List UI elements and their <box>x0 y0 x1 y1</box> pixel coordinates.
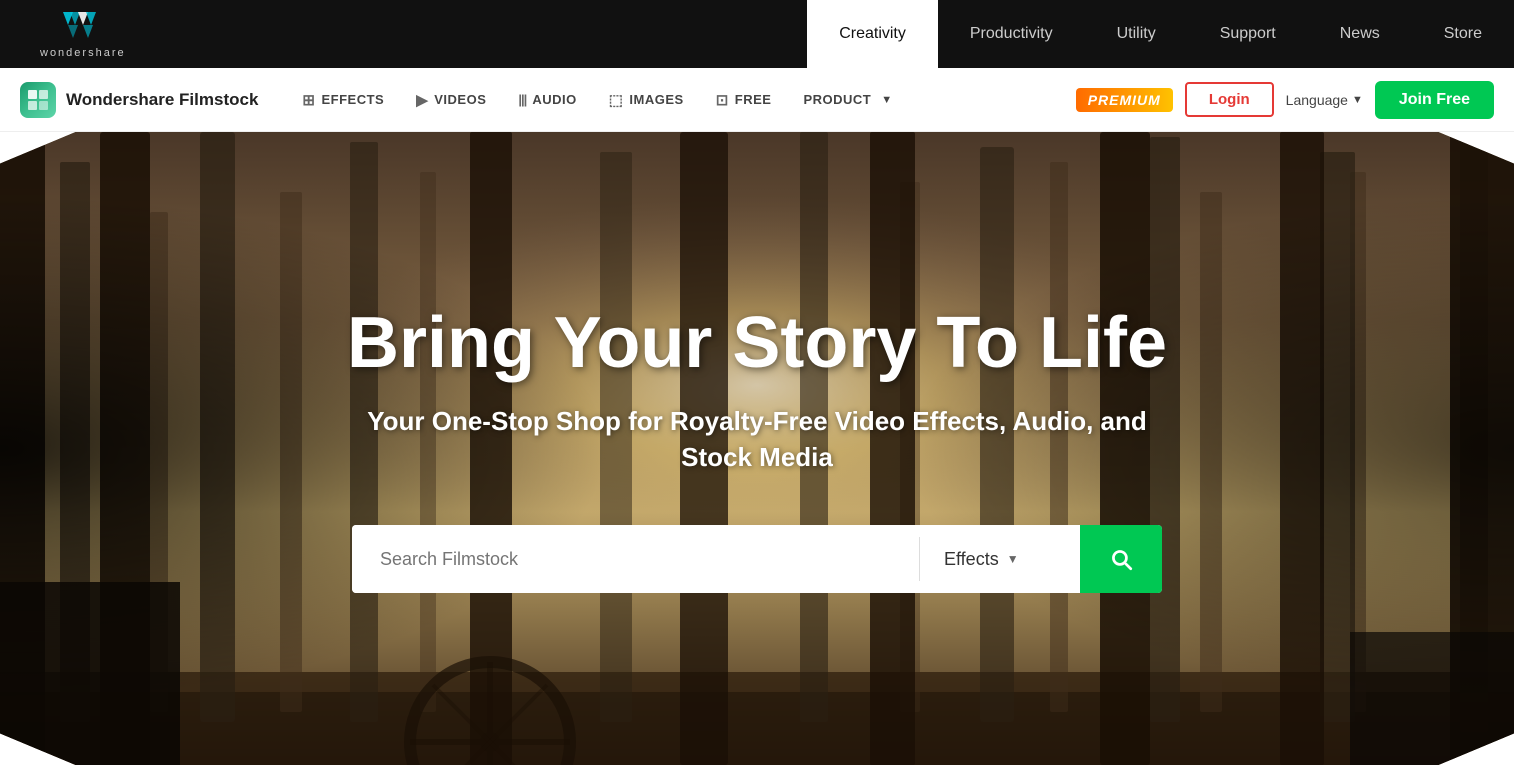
join-free-button[interactable]: Join Free <box>1375 81 1494 119</box>
hero-title: Bring Your Story To Life <box>347 304 1167 383</box>
secondary-nav-right: PREMIUM Login Language ▼ Join Free <box>1076 81 1494 119</box>
images-label: IMAGES <box>629 92 683 107</box>
product-label: PRODUCT <box>803 92 871 107</box>
videos-label: VIDEOS <box>434 92 486 107</box>
filmstock-brand-icon <box>20 82 56 118</box>
filmstock-brand-name: Wondershare Filmstock <box>66 90 258 110</box>
effects-label: EFFECTS <box>321 92 384 107</box>
sec-nav-videos[interactable]: ▶ VIDEOS <box>402 83 500 117</box>
free-icon: ⊡ <box>716 91 729 109</box>
sec-nav-free[interactable]: ⊡ FREE <box>702 83 786 117</box>
filmstock-logo-svg <box>26 88 50 112</box>
top-nav-utility[interactable]: Utility <box>1085 0 1188 68</box>
videos-icon: ▶ <box>416 91 428 109</box>
language-selector[interactable]: Language ▼ <box>1286 92 1363 108</box>
wondershare-logo: wondershare <box>40 10 126 59</box>
search-category-dropdown[interactable]: Effects ▼ <box>920 525 1080 593</box>
images-icon: ⬚ <box>609 91 624 109</box>
login-button[interactable]: Login <box>1185 82 1274 117</box>
product-dropdown-icon: ▼ <box>881 94 892 106</box>
audio-label: AUDIO <box>532 92 576 107</box>
audio-icon: ||| <box>518 92 526 107</box>
free-label: FREE <box>735 92 772 107</box>
wondershare-brand-text: wondershare <box>40 47 126 59</box>
sec-nav-effects[interactable]: ⊞ EFFECTS <box>288 83 398 117</box>
top-nav-store[interactable]: Store <box>1412 0 1514 68</box>
top-nav-news[interactable]: News <box>1308 0 1412 68</box>
top-nav-items: Creativity Productivity Utility Support … <box>200 0 1514 68</box>
search-bar: Effects ▼ <box>352 525 1162 593</box>
dropdown-arrow-icon: ▼ <box>1007 552 1019 566</box>
search-input[interactable] <box>352 525 919 593</box>
hero-content: Bring Your Story To Life Your One-Stop S… <box>307 304 1207 594</box>
secondary-nav-items: ⊞ EFFECTS ▶ VIDEOS ||| AUDIO ⬚ IMAGES ⊡ … <box>288 83 1075 117</box>
sec-nav-product[interactable]: PRODUCT ▼ <box>789 84 906 115</box>
sec-nav-audio[interactable]: ||| AUDIO <box>504 84 590 115</box>
sec-nav-images[interactable]: ⬚ IMAGES <box>595 83 698 117</box>
premium-badge[interactable]: PREMIUM <box>1076 88 1173 112</box>
top-nav-creativity[interactable]: Creativity <box>807 0 938 68</box>
top-navigation: wondershare Creativity Productivity Util… <box>0 0 1514 68</box>
top-nav-productivity[interactable]: Productivity <box>938 0 1085 68</box>
language-chevron-icon: ▼ <box>1352 94 1363 106</box>
wondershare-logo-area[interactable]: wondershare <box>0 0 200 68</box>
wondershare-icon <box>58 10 108 40</box>
secondary-navigation: Wondershare Filmstock ⊞ EFFECTS ▶ VIDEOS… <box>0 68 1514 132</box>
search-icon <box>1108 546 1134 572</box>
search-category-label: Effects <box>944 549 999 570</box>
hero-section: Bring Your Story To Life Your One-Stop S… <box>0 132 1514 765</box>
top-nav-support[interactable]: Support <box>1188 0 1308 68</box>
filmstock-brand-link[interactable]: Wondershare Filmstock <box>20 82 258 118</box>
hero-subtitle: Your One-Stop Shop for Royalty-Free Vide… <box>347 403 1167 476</box>
search-button[interactable] <box>1080 525 1162 593</box>
language-label: Language <box>1286 92 1348 108</box>
effects-icon: ⊞ <box>302 91 315 109</box>
